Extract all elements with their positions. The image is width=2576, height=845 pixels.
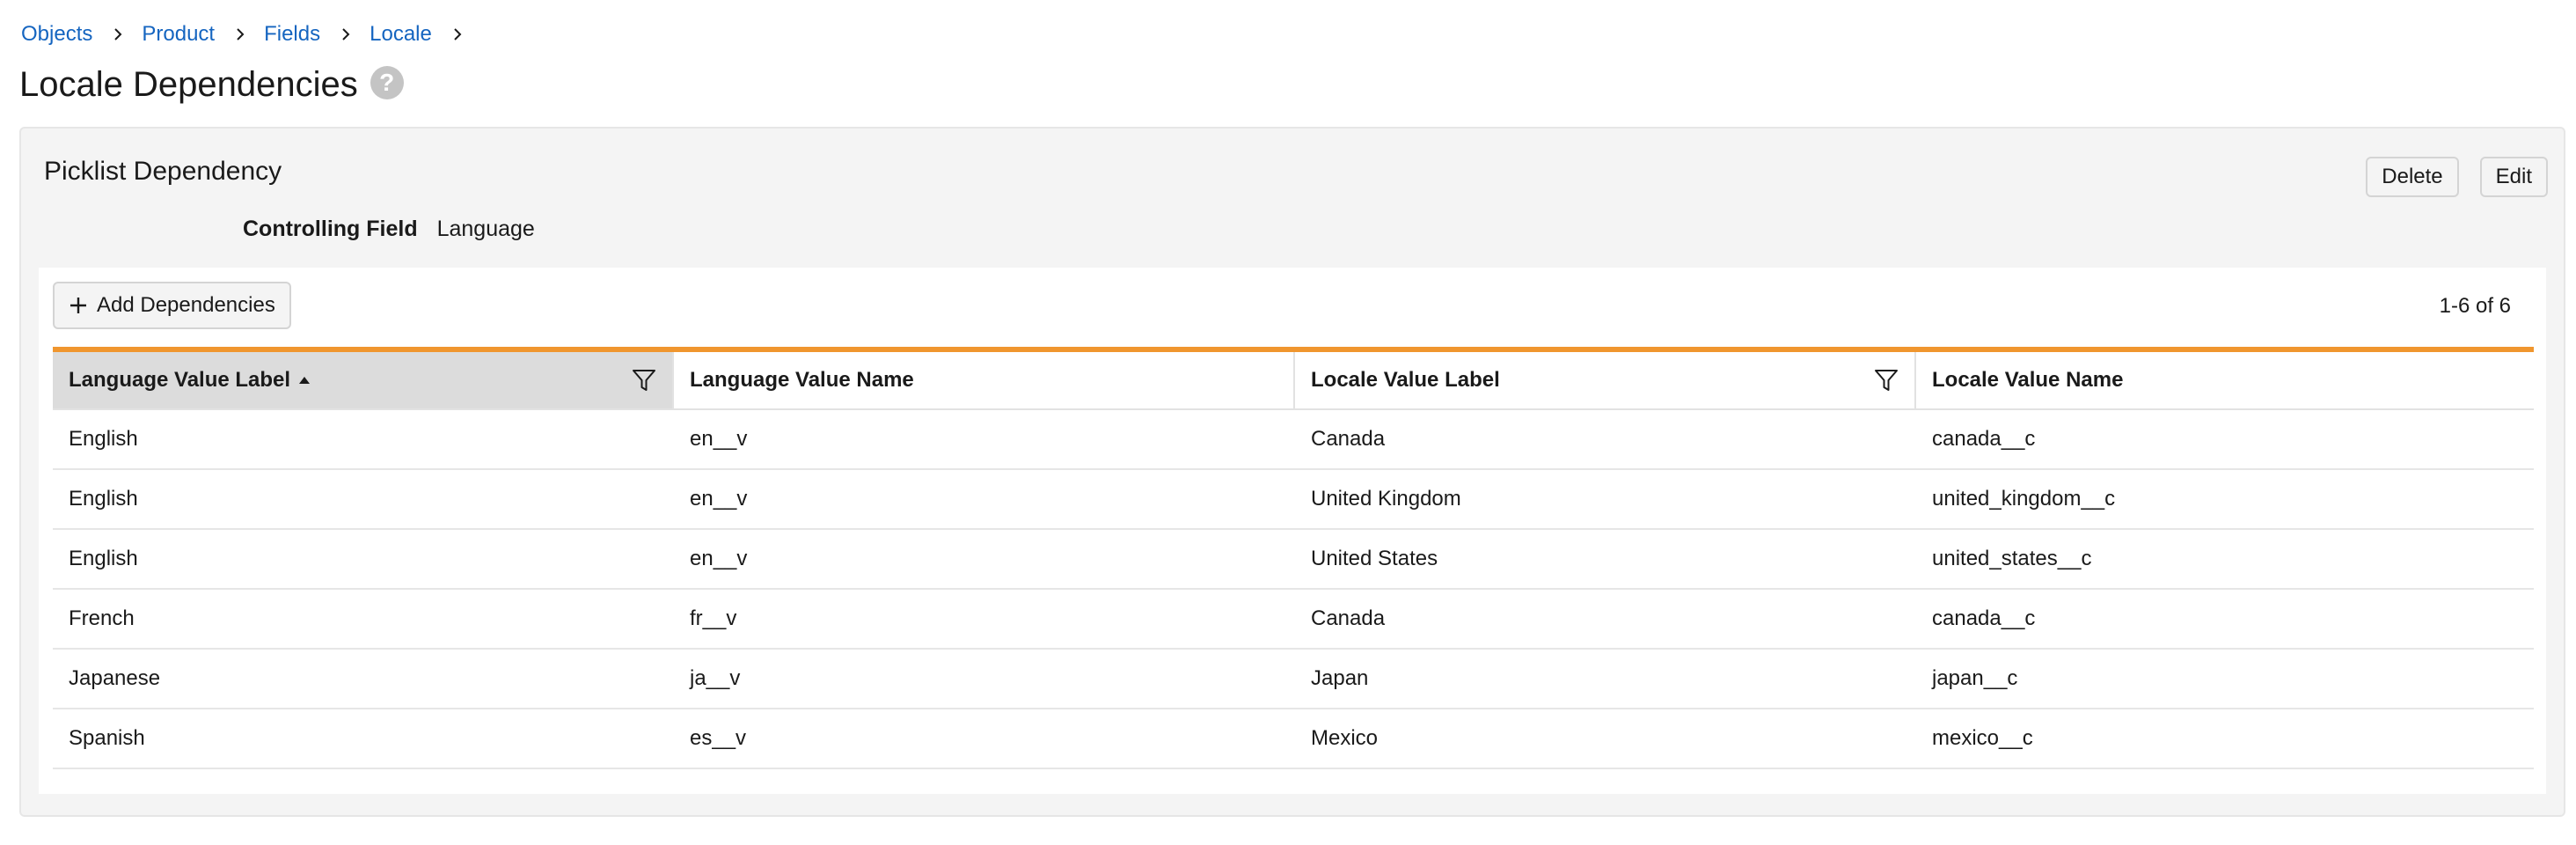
table-cell: French — [69, 606, 135, 630]
table-cell: en__v — [690, 487, 748, 511]
table-row[interactable]: Spanish es__v Mexico mexico__c — [53, 709, 2534, 769]
table-cell: united_kingdom__c — [1932, 487, 2116, 511]
help-icon[interactable]: ? — [370, 66, 404, 99]
table-cell: Canada — [1311, 427, 1386, 451]
chevron-right-icon — [448, 25, 467, 44]
table-row[interactable]: French fr__v Canada canada__c — [53, 590, 2534, 650]
table-cell: ja__v — [690, 666, 741, 690]
table-cell: English — [69, 487, 138, 511]
filter-icon[interactable] — [630, 366, 658, 394]
column-header-language-value-name[interactable]: Language Value Name — [674, 352, 1295, 408]
chevron-right-icon — [336, 25, 355, 44]
column-header-locale-value-label[interactable]: Locale Value Label — [1295, 352, 1916, 408]
table-cell: fr__v — [690, 606, 737, 630]
table-cell: United Kingdom — [1311, 487, 1461, 511]
column-header-label: Language Value Name — [690, 368, 914, 392]
table-cell: Canada — [1311, 606, 1386, 630]
table-cell: English — [69, 427, 138, 451]
controlling-field-row: Controlling Field Language — [243, 211, 535, 246]
filter-icon[interactable] — [1872, 366, 1900, 394]
title-row: Locale Dependencies ? — [19, 60, 404, 109]
edit-button[interactable]: Edit — [2479, 157, 2548, 197]
table-row[interactable]: English en__v United Kingdom united_king… — [53, 470, 2534, 530]
chevron-right-icon — [108, 25, 128, 44]
breadcrumb-fields[interactable]: Fields — [264, 22, 320, 47]
table-cell: Spanish — [69, 726, 145, 750]
table-cell: united_states__c — [1932, 547, 2092, 570]
column-header-label: Locale Value Name — [1932, 368, 2124, 392]
table-cell: Japanese — [69, 666, 161, 690]
table-cell: Japan — [1311, 666, 1369, 690]
plus-icon — [69, 296, 88, 315]
table-cell: en__v — [690, 427, 748, 451]
table-cell: mexico__c — [1932, 726, 2033, 750]
picklist-dependency-panel: Picklist Dependency Delete Edit Controll… — [19, 127, 2565, 817]
column-header-locale-value-name[interactable]: Locale Value Name — [1916, 352, 2534, 408]
table-row[interactable]: English en__v Canada canada__c — [53, 410, 2534, 470]
panel-title: Picklist Dependency — [44, 157, 282, 186]
table-cell: English — [69, 547, 138, 570]
breadcrumb: Objects Product Fields Locale — [21, 21, 481, 48]
column-header-label: Language Value Label — [69, 368, 291, 392]
breadcrumb-locale[interactable]: Locale — [370, 22, 432, 47]
table-cell: en__v — [690, 547, 748, 570]
controlling-field-value: Language — [436, 216, 535, 241]
table-row[interactable]: Japanese ja__v Japan japan__c — [53, 650, 2534, 709]
table-header: Language Value Label Language Value Name… — [53, 352, 2534, 410]
table-cell: United States — [1311, 547, 1438, 570]
column-header-label: Locale Value Label — [1311, 368, 1500, 392]
table-cell: japan__c — [1932, 666, 2018, 690]
chevron-right-icon — [231, 25, 250, 44]
breadcrumb-product[interactable]: Product — [142, 22, 215, 47]
add-dependencies-label: Add Dependencies — [97, 293, 275, 317]
column-header-language-value-label[interactable]: Language Value Label — [53, 352, 674, 408]
table-cell: canada__c — [1932, 606, 2036, 630]
table-cell: es__v — [690, 726, 747, 750]
dependencies-table: Language Value Label Language Value Name… — [53, 347, 2534, 769]
breadcrumb-objects[interactable]: Objects — [21, 22, 92, 47]
add-dependencies-button[interactable]: Add Dependencies — [53, 282, 291, 329]
panel-actions: Delete Edit — [2366, 157, 2548, 197]
page-title: Locale Dependencies — [19, 64, 358, 104]
controlling-field-label: Controlling Field — [243, 216, 418, 241]
table-cell: canada__c — [1932, 427, 2036, 451]
delete-button[interactable]: Delete — [2366, 157, 2459, 197]
dependencies-table-card: Add Dependencies 1-6 of 6 Language Value… — [39, 268, 2546, 794]
sort-ascending-icon — [297, 373, 311, 387]
record-count: 1-6 of 6 — [2439, 294, 2511, 318]
table-row[interactable]: English en__v United States united_state… — [53, 530, 2534, 590]
table-cell: Mexico — [1311, 726, 1379, 750]
